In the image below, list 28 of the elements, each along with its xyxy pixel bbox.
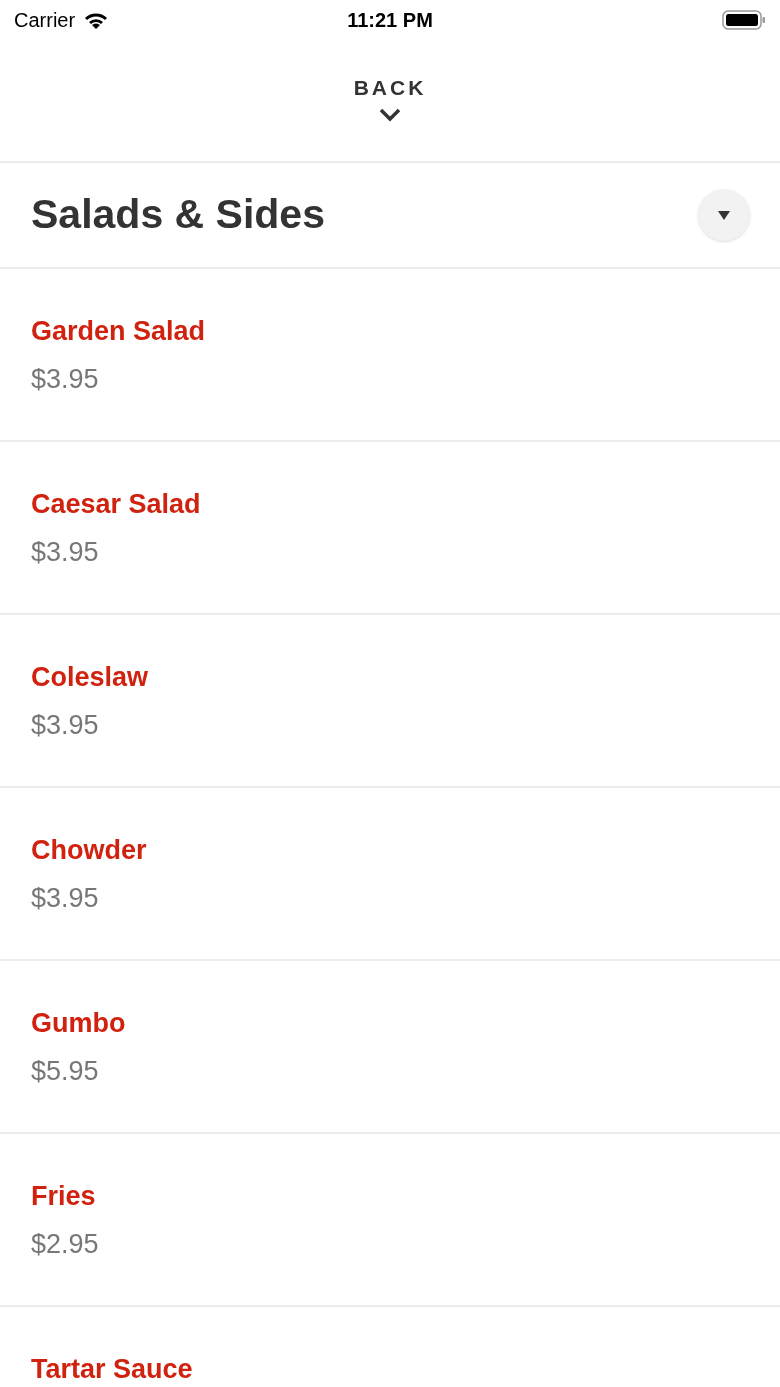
menu-item[interactable]: Fries $2.95 [0, 1134, 780, 1307]
section-title: Salads & Sides [31, 190, 325, 240]
item-price: $2.95 [31, 1228, 100, 1260]
item-name: Tartar Sauce [31, 1353, 194, 1385]
menu-item[interactable]: Tartar Sauce [0, 1307, 780, 1387]
item-price: $3.95 [31, 709, 100, 741]
menu-item[interactable]: Coleslaw $3.95 [0, 615, 780, 788]
item-name: Caesar Salad [31, 488, 202, 520]
dropdown-button[interactable] [698, 189, 750, 241]
item-price: $5.95 [31, 1055, 100, 1087]
item-name: Fries [31, 1180, 97, 1212]
back-button[interactable]: BACK [353, 72, 427, 122]
item-price: $3.95 [31, 882, 100, 914]
menu-item[interactable]: Caesar Salad $3.95 [0, 442, 780, 615]
caret-down-icon [718, 210, 730, 220]
menu-item[interactable]: Garden Salad $3.95 [0, 269, 780, 442]
item-name: Gumbo [31, 1007, 127, 1039]
status-time: 11:21 PM [347, 8, 433, 33]
item-name: Coleslaw [31, 661, 150, 693]
item-name: Chowder [31, 834, 148, 866]
menu-item[interactable]: Chowder $3.95 [0, 788, 780, 961]
item-name: Garden Salad [31, 315, 207, 347]
chevron-down-icon [379, 107, 401, 122]
item-price: $3.95 [31, 536, 100, 568]
menu-item[interactable]: Gumbo $5.95 [0, 961, 780, 1134]
item-price: $3.95 [31, 363, 100, 395]
carrier-name: Carrier [14, 8, 76, 33]
battery-icon [722, 10, 766, 30]
